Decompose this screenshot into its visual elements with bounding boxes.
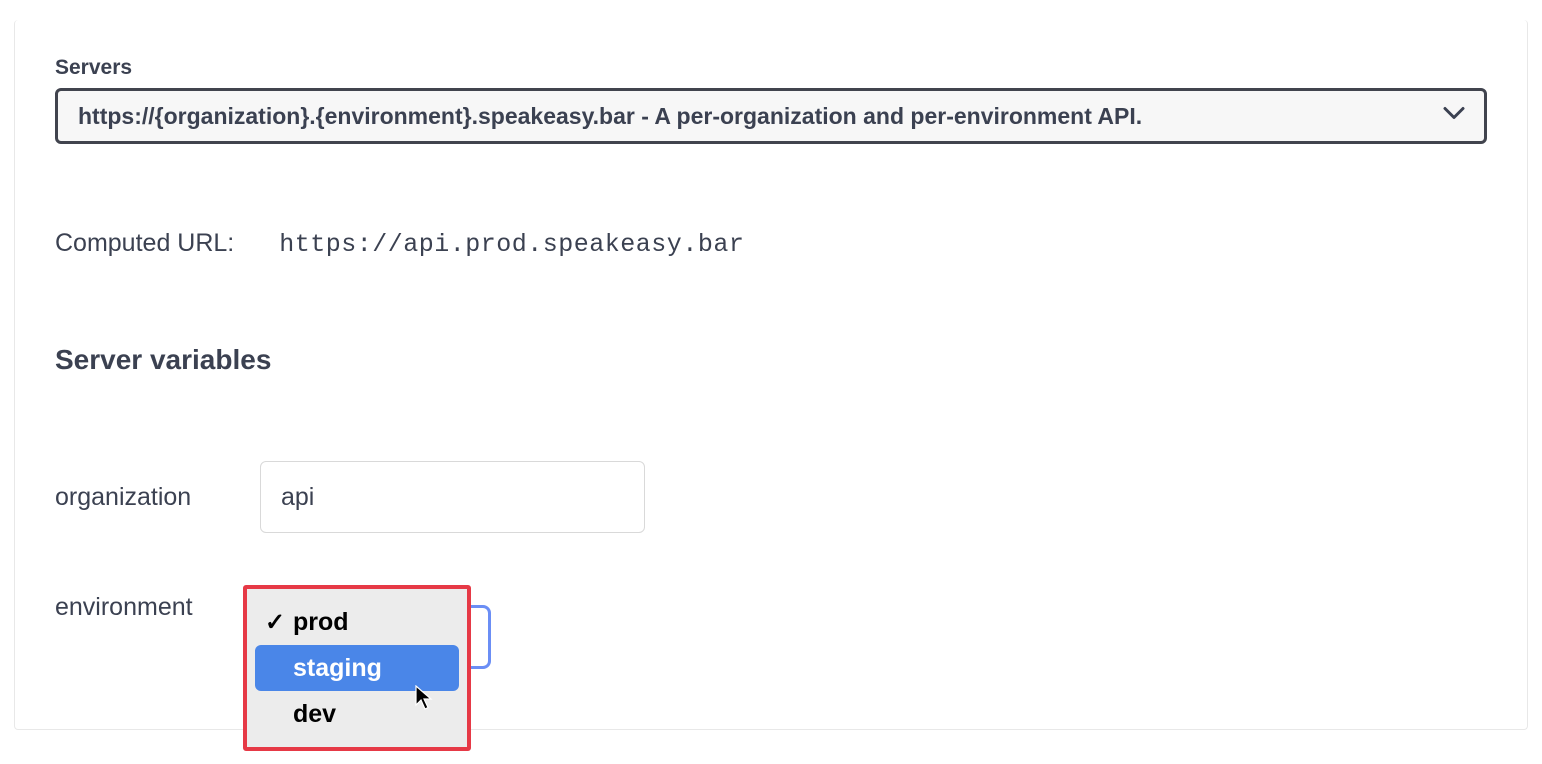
dropdown-item-staging[interactable]: staging bbox=[255, 645, 459, 691]
server-variables-heading: Server variables bbox=[55, 344, 1487, 376]
variable-row-organization: organization bbox=[55, 461, 1487, 533]
organization-input[interactable] bbox=[260, 461, 645, 533]
dropdown-item-label: prod bbox=[293, 608, 349, 637]
dropdown-item-dev[interactable]: dev bbox=[255, 691, 459, 737]
environment-label: environment bbox=[55, 593, 260, 622]
dropdown-item-prod[interactable]: ✓ prod bbox=[255, 599, 459, 645]
checkmark-icon: ✓ bbox=[265, 608, 293, 637]
servers-panel: Servers https://{organization}.{environm… bbox=[14, 20, 1528, 730]
server-select-wrapper: https://{organization}.{environment}.spe… bbox=[55, 88, 1487, 144]
computed-url-row: Computed URL: https://api.prod.speakeasy… bbox=[55, 229, 1487, 259]
dropdown-item-label: dev bbox=[293, 700, 336, 729]
dropdown-item-label: staging bbox=[293, 654, 382, 683]
organization-label: organization bbox=[55, 483, 260, 512]
computed-url-label: Computed URL: bbox=[55, 229, 234, 258]
computed-url-value: https://api.prod.speakeasy.bar bbox=[279, 230, 744, 259]
server-select[interactable]: https://{organization}.{environment}.spe… bbox=[55, 88, 1487, 144]
environment-dropdown-menu[interactable]: ✓ prod staging dev bbox=[243, 585, 471, 751]
servers-label: Servers bbox=[55, 56, 1487, 80]
